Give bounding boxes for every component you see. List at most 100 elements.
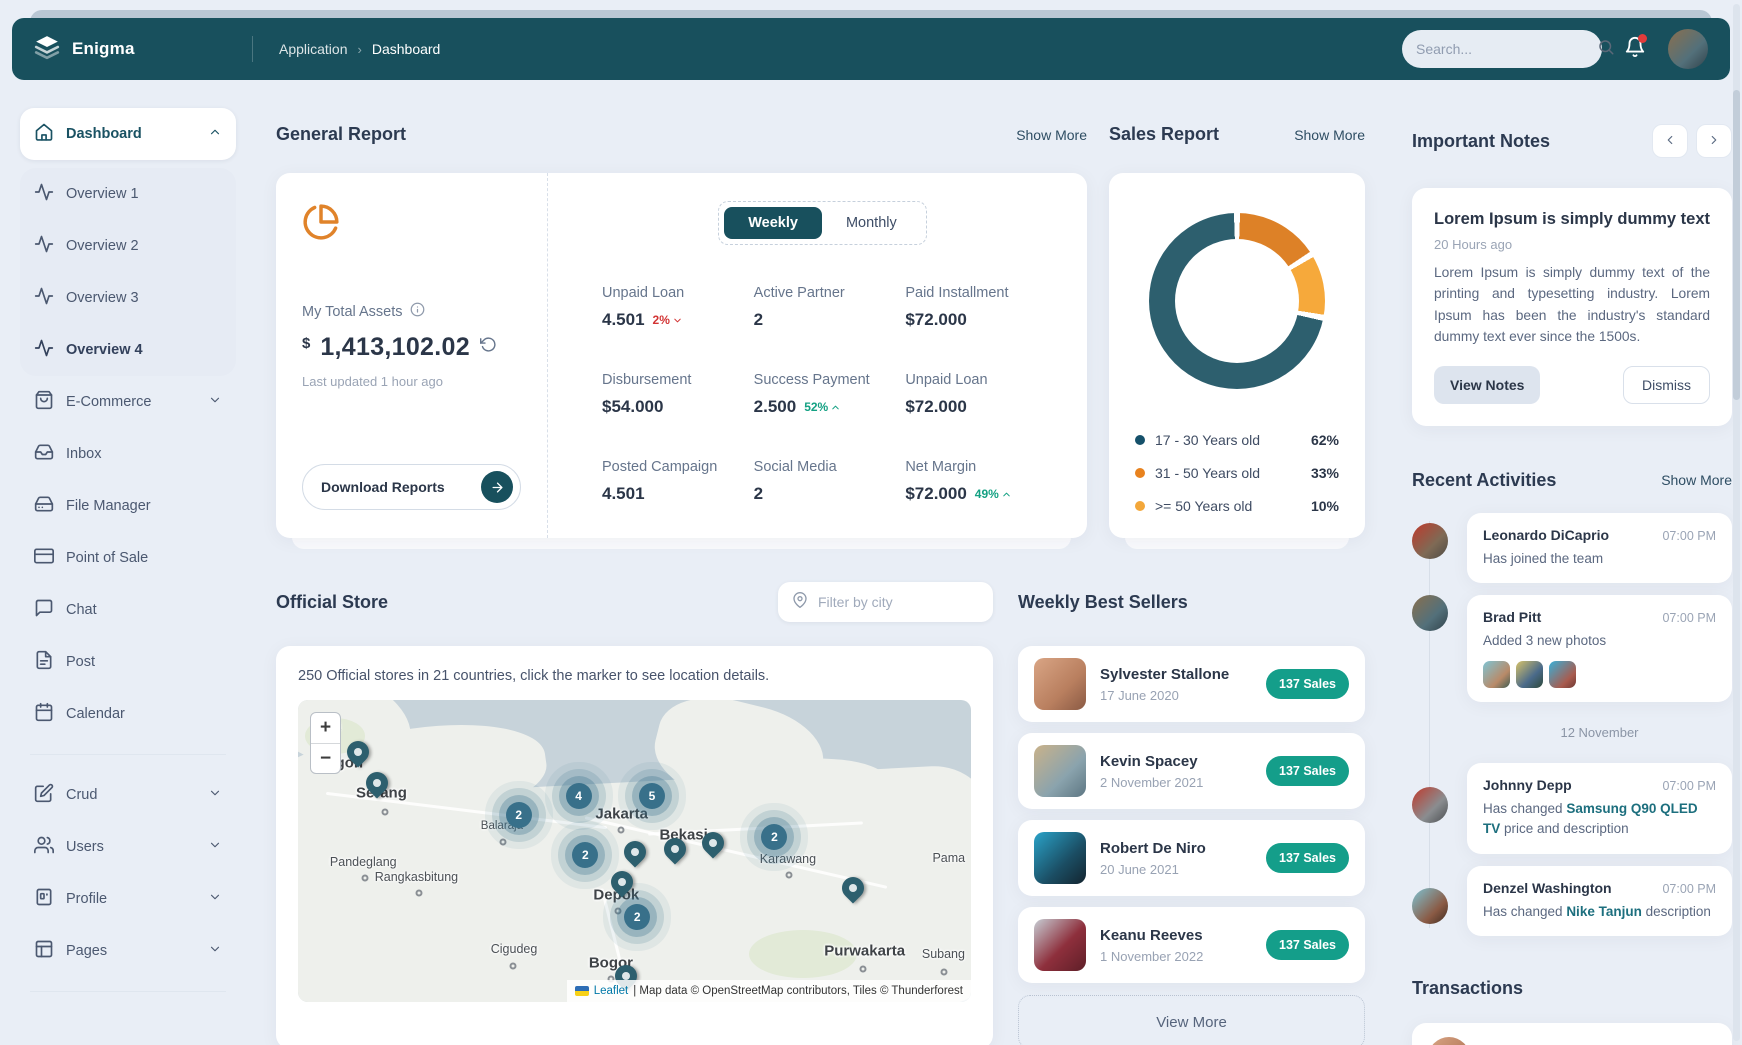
sidebar-item-pages[interactable]: Pages bbox=[20, 925, 236, 977]
sidebar-item-post[interactable]: Post bbox=[20, 636, 236, 688]
download-reports-label: Download Reports bbox=[321, 479, 445, 495]
breadcrumb-dashboard[interactable]: Dashboard bbox=[372, 41, 441, 57]
official-store-title: Official Store bbox=[276, 592, 388, 613]
sidebar-item-file-manager[interactable]: File Manager bbox=[20, 480, 236, 532]
chevron-right-icon bbox=[1707, 133, 1721, 150]
sidebar: Dashboard Overview 1 Overview 2 Overview… bbox=[20, 108, 236, 1045]
filter-by-city-input[interactable] bbox=[818, 594, 999, 610]
edit-icon bbox=[34, 783, 54, 807]
map-city-label: Karawang bbox=[760, 852, 816, 866]
photo-thumbnail[interactable] bbox=[1516, 661, 1543, 688]
transaction-row[interactable]: Sylvester Stallone +$77 bbox=[1412, 1023, 1732, 1045]
sidebar-item-users[interactable]: Users bbox=[20, 821, 236, 873]
avatar bbox=[1412, 888, 1448, 924]
sidebar-item-label: Overview 2 bbox=[66, 238, 222, 254]
brand[interactable]: Enigma bbox=[34, 34, 252, 65]
map-city-label: Pandeglang bbox=[330, 855, 397, 869]
calendar-icon bbox=[34, 702, 54, 726]
seller-date: 1 November 2022 bbox=[1100, 949, 1203, 964]
sidebar-item-label: Post bbox=[66, 654, 222, 670]
cluster-marker[interactable]: 2 bbox=[506, 802, 532, 828]
stat-posted-campaign: Posted Campaign 4.501 bbox=[602, 459, 740, 504]
sidebar-item-dashboard[interactable]: Dashboard bbox=[20, 108, 236, 160]
town-marker bbox=[500, 838, 507, 845]
chevron-down-icon bbox=[208, 942, 222, 960]
view-notes-button[interactable]: View Notes bbox=[1434, 366, 1540, 404]
dismiss-button[interactable]: Dismiss bbox=[1623, 366, 1710, 404]
stat-label: Disbursement bbox=[602, 372, 740, 388]
sidebar-item-chat[interactable]: Chat bbox=[20, 584, 236, 636]
sidebar-item-ecommerce[interactable]: E-Commerce bbox=[20, 376, 236, 428]
transactions-title: Transactions bbox=[1412, 978, 1732, 999]
id-badge-icon bbox=[34, 887, 54, 911]
layers-icon bbox=[34, 34, 60, 65]
sidebar-item-crud[interactable]: Crud bbox=[20, 769, 236, 821]
best-seller-item[interactable]: Sylvester Stallone 17 June 2020 137 Sale… bbox=[1018, 646, 1365, 722]
attribution-text: | Map data © OpenStreetMap contributors,… bbox=[633, 985, 963, 997]
notes-prev-button[interactable] bbox=[1652, 124, 1688, 158]
profile-avatar[interactable] bbox=[1668, 29, 1708, 69]
period-toggle: Weekly Monthly bbox=[718, 201, 927, 245]
cluster-marker[interactable]: 4 bbox=[566, 783, 592, 809]
refresh-icon[interactable] bbox=[480, 336, 497, 358]
download-reports-button[interactable]: Download Reports bbox=[302, 464, 521, 510]
photo-thumbnail[interactable] bbox=[1549, 661, 1576, 688]
legend-label: 31 - 50 Years old bbox=[1155, 465, 1301, 481]
activity-text: Added 3 new photos bbox=[1483, 631, 1716, 651]
general-report-show-more[interactable]: Show More bbox=[1016, 127, 1087, 143]
hard-drive-icon bbox=[34, 494, 54, 518]
product-link[interactable]: Nike Tanjun bbox=[1566, 904, 1642, 919]
best-seller-item[interactable]: Keanu Reeves 1 November 2022 137 Sales bbox=[1018, 907, 1365, 983]
best-seller-item[interactable]: Kevin Spacey 2 November 2021 137 Sales bbox=[1018, 733, 1365, 809]
monthly-tab[interactable]: Monthly bbox=[822, 207, 921, 239]
photo-thumbnail[interactable] bbox=[1483, 661, 1510, 688]
zoom-out-button[interactable]: − bbox=[311, 743, 340, 773]
sidebar-item-overview-1[interactable]: Overview 1 bbox=[20, 168, 236, 220]
search-box[interactable] bbox=[1402, 30, 1602, 68]
weekly-tab[interactable]: Weekly bbox=[724, 207, 822, 239]
stat-unpaid-loan-2: Unpaid Loan $72.000 bbox=[905, 372, 1043, 417]
filter-by-city-box[interactable] bbox=[778, 582, 993, 622]
cluster-marker[interactable]: 5 bbox=[639, 783, 665, 809]
cluster-marker[interactable]: 2 bbox=[761, 824, 787, 850]
trend-down-badge: 2% bbox=[653, 313, 683, 327]
sidebar-item-inbox[interactable]: Inbox bbox=[20, 428, 236, 480]
store-map[interactable]: Serang Balaraja Pandeglang Rangkasbitung… bbox=[298, 700, 971, 1002]
notes-next-button[interactable] bbox=[1696, 124, 1732, 158]
notification-dot bbox=[1638, 34, 1647, 43]
view-more-button[interactable]: View More bbox=[1018, 995, 1365, 1045]
sidebar-item-label: Point of Sale bbox=[66, 550, 222, 566]
home-icon bbox=[34, 122, 54, 146]
activity-photos bbox=[1483, 661, 1716, 688]
layout-icon bbox=[34, 939, 54, 963]
zoom-in-button[interactable]: + bbox=[311, 713, 340, 743]
sidebar-item-overview-4[interactable]: Overview 4 bbox=[20, 324, 236, 376]
assets-currency: $ bbox=[302, 335, 310, 352]
sidebar-item-profile[interactable]: Profile bbox=[20, 873, 236, 925]
sidebar-item-overview-2[interactable]: Overview 2 bbox=[20, 220, 236, 272]
best-seller-item[interactable]: Robert De Niro 20 June 2021 137 Sales bbox=[1018, 820, 1365, 896]
sales-report-title: Sales Report bbox=[1109, 124, 1219, 145]
activities-show-more[interactable]: Show More bbox=[1661, 472, 1732, 488]
best-sellers-title: Weekly Best Sellers bbox=[1018, 592, 1188, 613]
donut-hole bbox=[1175, 239, 1299, 363]
breadcrumb-application[interactable]: Application bbox=[279, 41, 348, 57]
sales-report-show-more[interactable]: Show More bbox=[1294, 127, 1365, 143]
sales-badge: 137 Sales bbox=[1266, 930, 1349, 960]
search-input[interactable] bbox=[1416, 41, 1597, 57]
stat-paid-installment: Paid Installment $72.000 bbox=[905, 285, 1043, 330]
sidebar-item-label: E-Commerce bbox=[66, 394, 196, 410]
info-icon[interactable] bbox=[410, 302, 425, 321]
stat-value: $72.000 bbox=[905, 484, 966, 504]
sidebar-item-overview-3[interactable]: Overview 3 bbox=[20, 272, 236, 324]
sidebar-item-calendar[interactable]: Calendar bbox=[20, 688, 236, 740]
notifications-button[interactable] bbox=[1624, 36, 1646, 63]
cluster-marker[interactable]: 2 bbox=[572, 842, 598, 868]
sidebar-item-point-of-sale[interactable]: Point of Sale bbox=[20, 532, 236, 584]
leaflet-link[interactable]: Leaflet bbox=[594, 985, 629, 997]
stat-disbursement: Disbursement $54.000 bbox=[602, 372, 740, 417]
assets-updated: Last updated 1 hour ago bbox=[302, 374, 521, 389]
scrollbar-thumb[interactable] bbox=[1733, 90, 1740, 400]
seller-name: Robert De Niro bbox=[1100, 840, 1206, 857]
cluster-marker[interactable]: 2 bbox=[624, 904, 650, 930]
